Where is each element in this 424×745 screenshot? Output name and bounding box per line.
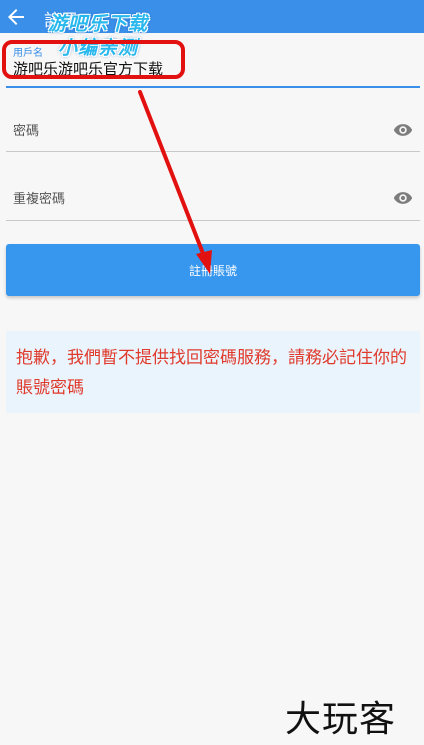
highlight-box (2, 40, 185, 79)
eye-icon[interactable] (393, 191, 413, 205)
username-underline (6, 86, 420, 88)
confirm-password-input[interactable]: 重複密碼 (13, 188, 65, 207)
confirm-password-underline (6, 220, 420, 221)
watermark-bottom: 大玩客 (285, 699, 397, 740)
watermark-line-1: 游吧乐下载 (47, 13, 148, 35)
register-button[interactable]: 註冊賬號 (6, 244, 420, 296)
eye-icon[interactable] (393, 123, 413, 137)
password-input[interactable]: 密碼 (13, 120, 39, 139)
notice-text: 抱歉，我們暫不提供找回密碼服務，請務必記住你的賬號密碼 (16, 348, 407, 398)
notice-box: 抱歉，我們暫不提供找回密碼服務，請務必記住你的賬號密碼 (6, 331, 420, 413)
password-underline (6, 151, 420, 152)
